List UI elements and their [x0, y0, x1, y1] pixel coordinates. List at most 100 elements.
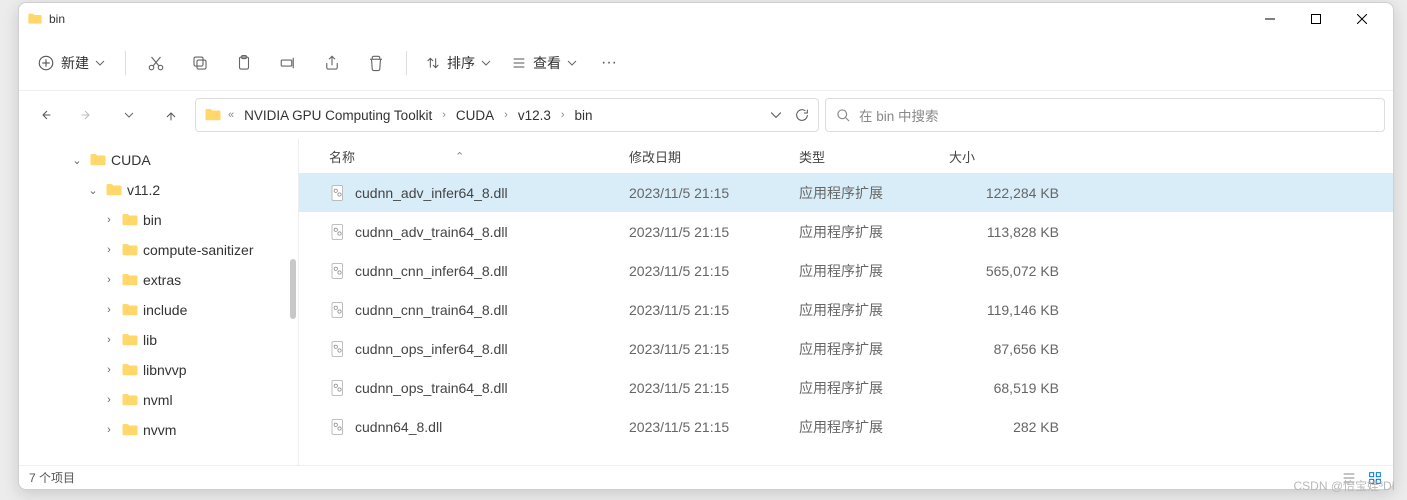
folder-icon [121, 271, 139, 289]
explorer-window: bin 新建 排序 查看 ··· [18, 2, 1394, 490]
folder-icon [121, 331, 139, 349]
dll-file-icon [329, 301, 347, 319]
share-button[interactable] [312, 43, 352, 83]
file-date: 2023/11/5 21:15 [629, 419, 799, 435]
tree-item-extras[interactable]: ›extras [19, 265, 298, 295]
recent-button[interactable] [111, 97, 147, 133]
file-list: 名称⌃ 修改日期 类型 大小 cudnn_adv_infer64_8.dll 2… [299, 139, 1393, 465]
chevron-down-icon[interactable] [770, 109, 782, 121]
rename-button[interactable] [268, 43, 308, 83]
minimize-button[interactable] [1247, 3, 1293, 35]
breadcrumb-item[interactable]: CUDA [452, 106, 498, 125]
chevron-down-icon[interactable]: ⌄ [85, 184, 101, 197]
chevron-down-icon [481, 58, 491, 68]
dll-file-icon [329, 262, 347, 280]
col-date[interactable]: 修改日期 [629, 147, 799, 166]
tree-item-cuda[interactable]: ⌄CUDA [19, 145, 298, 175]
cut-button[interactable] [136, 43, 176, 83]
file-date: 2023/11/5 21:15 [629, 185, 799, 201]
navbar: « NVIDIA GPU Computing Toolkit › CUDA › … [19, 91, 1393, 139]
chevron-right-icon[interactable]: › [101, 394, 117, 406]
chevron-right-icon[interactable]: › [101, 424, 117, 436]
tree-item-libnvvp[interactable]: ›libnvvp [19, 355, 298, 385]
folder-icon [121, 421, 139, 439]
file-row[interactable]: cudnn_adv_train64_8.dll 2023/11/5 21:15 … [299, 212, 1393, 251]
file-row[interactable]: cudnn_cnn_infer64_8.dll 2023/11/5 21:15 … [299, 251, 1393, 290]
chevron-right-icon[interactable]: › [101, 364, 117, 376]
file-type: 应用程序扩展 [799, 300, 949, 320]
file-type: 应用程序扩展 [799, 339, 949, 359]
tree-item-compute-sanitizer[interactable]: ›compute-sanitizer [19, 235, 298, 265]
file-size: 119,146 KB [949, 302, 1059, 318]
file-type: 应用程序扩展 [799, 417, 949, 437]
file-row[interactable]: cudnn64_8.dll 2023/11/5 21:15 应用程序扩展 282… [299, 407, 1393, 446]
chevron-right-icon: › [502, 109, 510, 121]
address-bar[interactable]: « NVIDIA GPU Computing Toolkit › CUDA › … [195, 98, 819, 132]
forward-button[interactable] [69, 97, 105, 133]
tree-item-bin[interactable]: ›bin [19, 205, 298, 235]
chevron-right-icon[interactable]: › [101, 244, 117, 256]
up-button[interactable] [153, 97, 189, 133]
col-name[interactable]: 名称⌃ [329, 147, 629, 166]
search-icon [836, 108, 851, 123]
file-name-cell: cudnn64_8.dll [329, 418, 629, 436]
chevron-right-icon: › [440, 109, 448, 121]
view-label: 查看 [533, 53, 561, 73]
file-type: 应用程序扩展 [799, 222, 949, 242]
col-type[interactable]: 类型 [799, 147, 949, 166]
more-button[interactable]: ··· [589, 43, 629, 83]
chevron-right-icon[interactable]: › [101, 274, 117, 286]
chevron-down-icon [567, 58, 577, 68]
paste-button[interactable] [224, 43, 264, 83]
tree-item-nvvm[interactable]: ›nvvm [19, 415, 298, 445]
file-name-cell: cudnn_adv_infer64_8.dll [329, 184, 629, 202]
scrollbar-thumb[interactable] [290, 259, 296, 319]
sort-button[interactable]: 排序 [417, 47, 499, 79]
new-label: 新建 [61, 53, 89, 73]
tree-item-v112[interactable]: ⌄v11.2 [19, 175, 298, 205]
chevron-right-icon[interactable]: › [101, 334, 117, 346]
col-size[interactable]: 大小 [949, 147, 1059, 166]
search-box[interactable]: 在 bin 中搜索 [825, 98, 1385, 132]
dll-file-icon [329, 340, 347, 358]
breadcrumb-item[interactable]: NVIDIA GPU Computing Toolkit [240, 106, 436, 125]
chevron-right-icon[interactable]: › [101, 304, 117, 316]
file-name: cudnn_cnn_train64_8.dll [355, 302, 508, 318]
folder-icon [89, 151, 107, 169]
maximize-button[interactable] [1293, 3, 1339, 35]
breadcrumb-item[interactable]: v12.3 [514, 106, 555, 125]
search-placeholder: 在 bin 中搜索 [859, 105, 939, 125]
file-row[interactable]: cudnn_ops_infer64_8.dll 2023/11/5 21:15 … [299, 329, 1393, 368]
file-size: 87,656 KB [949, 341, 1059, 357]
breadcrumb-item[interactable]: bin [571, 106, 597, 125]
tree-item-lib[interactable]: ›lib [19, 325, 298, 355]
refresh-icon[interactable] [794, 107, 810, 123]
file-row[interactable]: cudnn_cnn_train64_8.dll 2023/11/5 21:15 … [299, 290, 1393, 329]
file-row[interactable]: cudnn_ops_train64_8.dll 2023/11/5 21:15 … [299, 368, 1393, 407]
file-date: 2023/11/5 21:15 [629, 263, 799, 279]
close-button[interactable] [1339, 3, 1385, 35]
file-name-cell: cudnn_ops_train64_8.dll [329, 379, 629, 397]
sort-icon [425, 55, 441, 71]
copy-button[interactable] [180, 43, 220, 83]
back-button[interactable] [27, 97, 63, 133]
file-name-cell: cudnn_ops_infer64_8.dll [329, 340, 629, 358]
new-button[interactable]: 新建 [27, 47, 115, 79]
tree-item-nvml[interactable]: ›nvml [19, 385, 298, 415]
folder-icon [121, 241, 139, 259]
titlebar[interactable]: bin [19, 3, 1393, 35]
delete-button[interactable] [356, 43, 396, 83]
folder-icon [105, 181, 123, 199]
file-row[interactable]: cudnn_adv_infer64_8.dll 2023/11/5 21:15 … [299, 173, 1393, 212]
chevron-down-icon[interactable]: ⌄ [69, 154, 85, 167]
tree-item-include[interactable]: ›include [19, 295, 298, 325]
window-controls [1247, 3, 1385, 35]
file-rows: cudnn_adv_infer64_8.dll 2023/11/5 21:15 … [299, 173, 1393, 465]
file-name-cell: cudnn_cnn_infer64_8.dll [329, 262, 629, 280]
dll-file-icon [329, 379, 347, 397]
dll-file-icon [329, 223, 347, 241]
chevron-right-icon[interactable]: › [101, 214, 117, 226]
folder-icon [27, 11, 43, 27]
file-name: cudnn_adv_train64_8.dll [355, 224, 508, 240]
view-button[interactable]: 查看 [503, 47, 585, 79]
